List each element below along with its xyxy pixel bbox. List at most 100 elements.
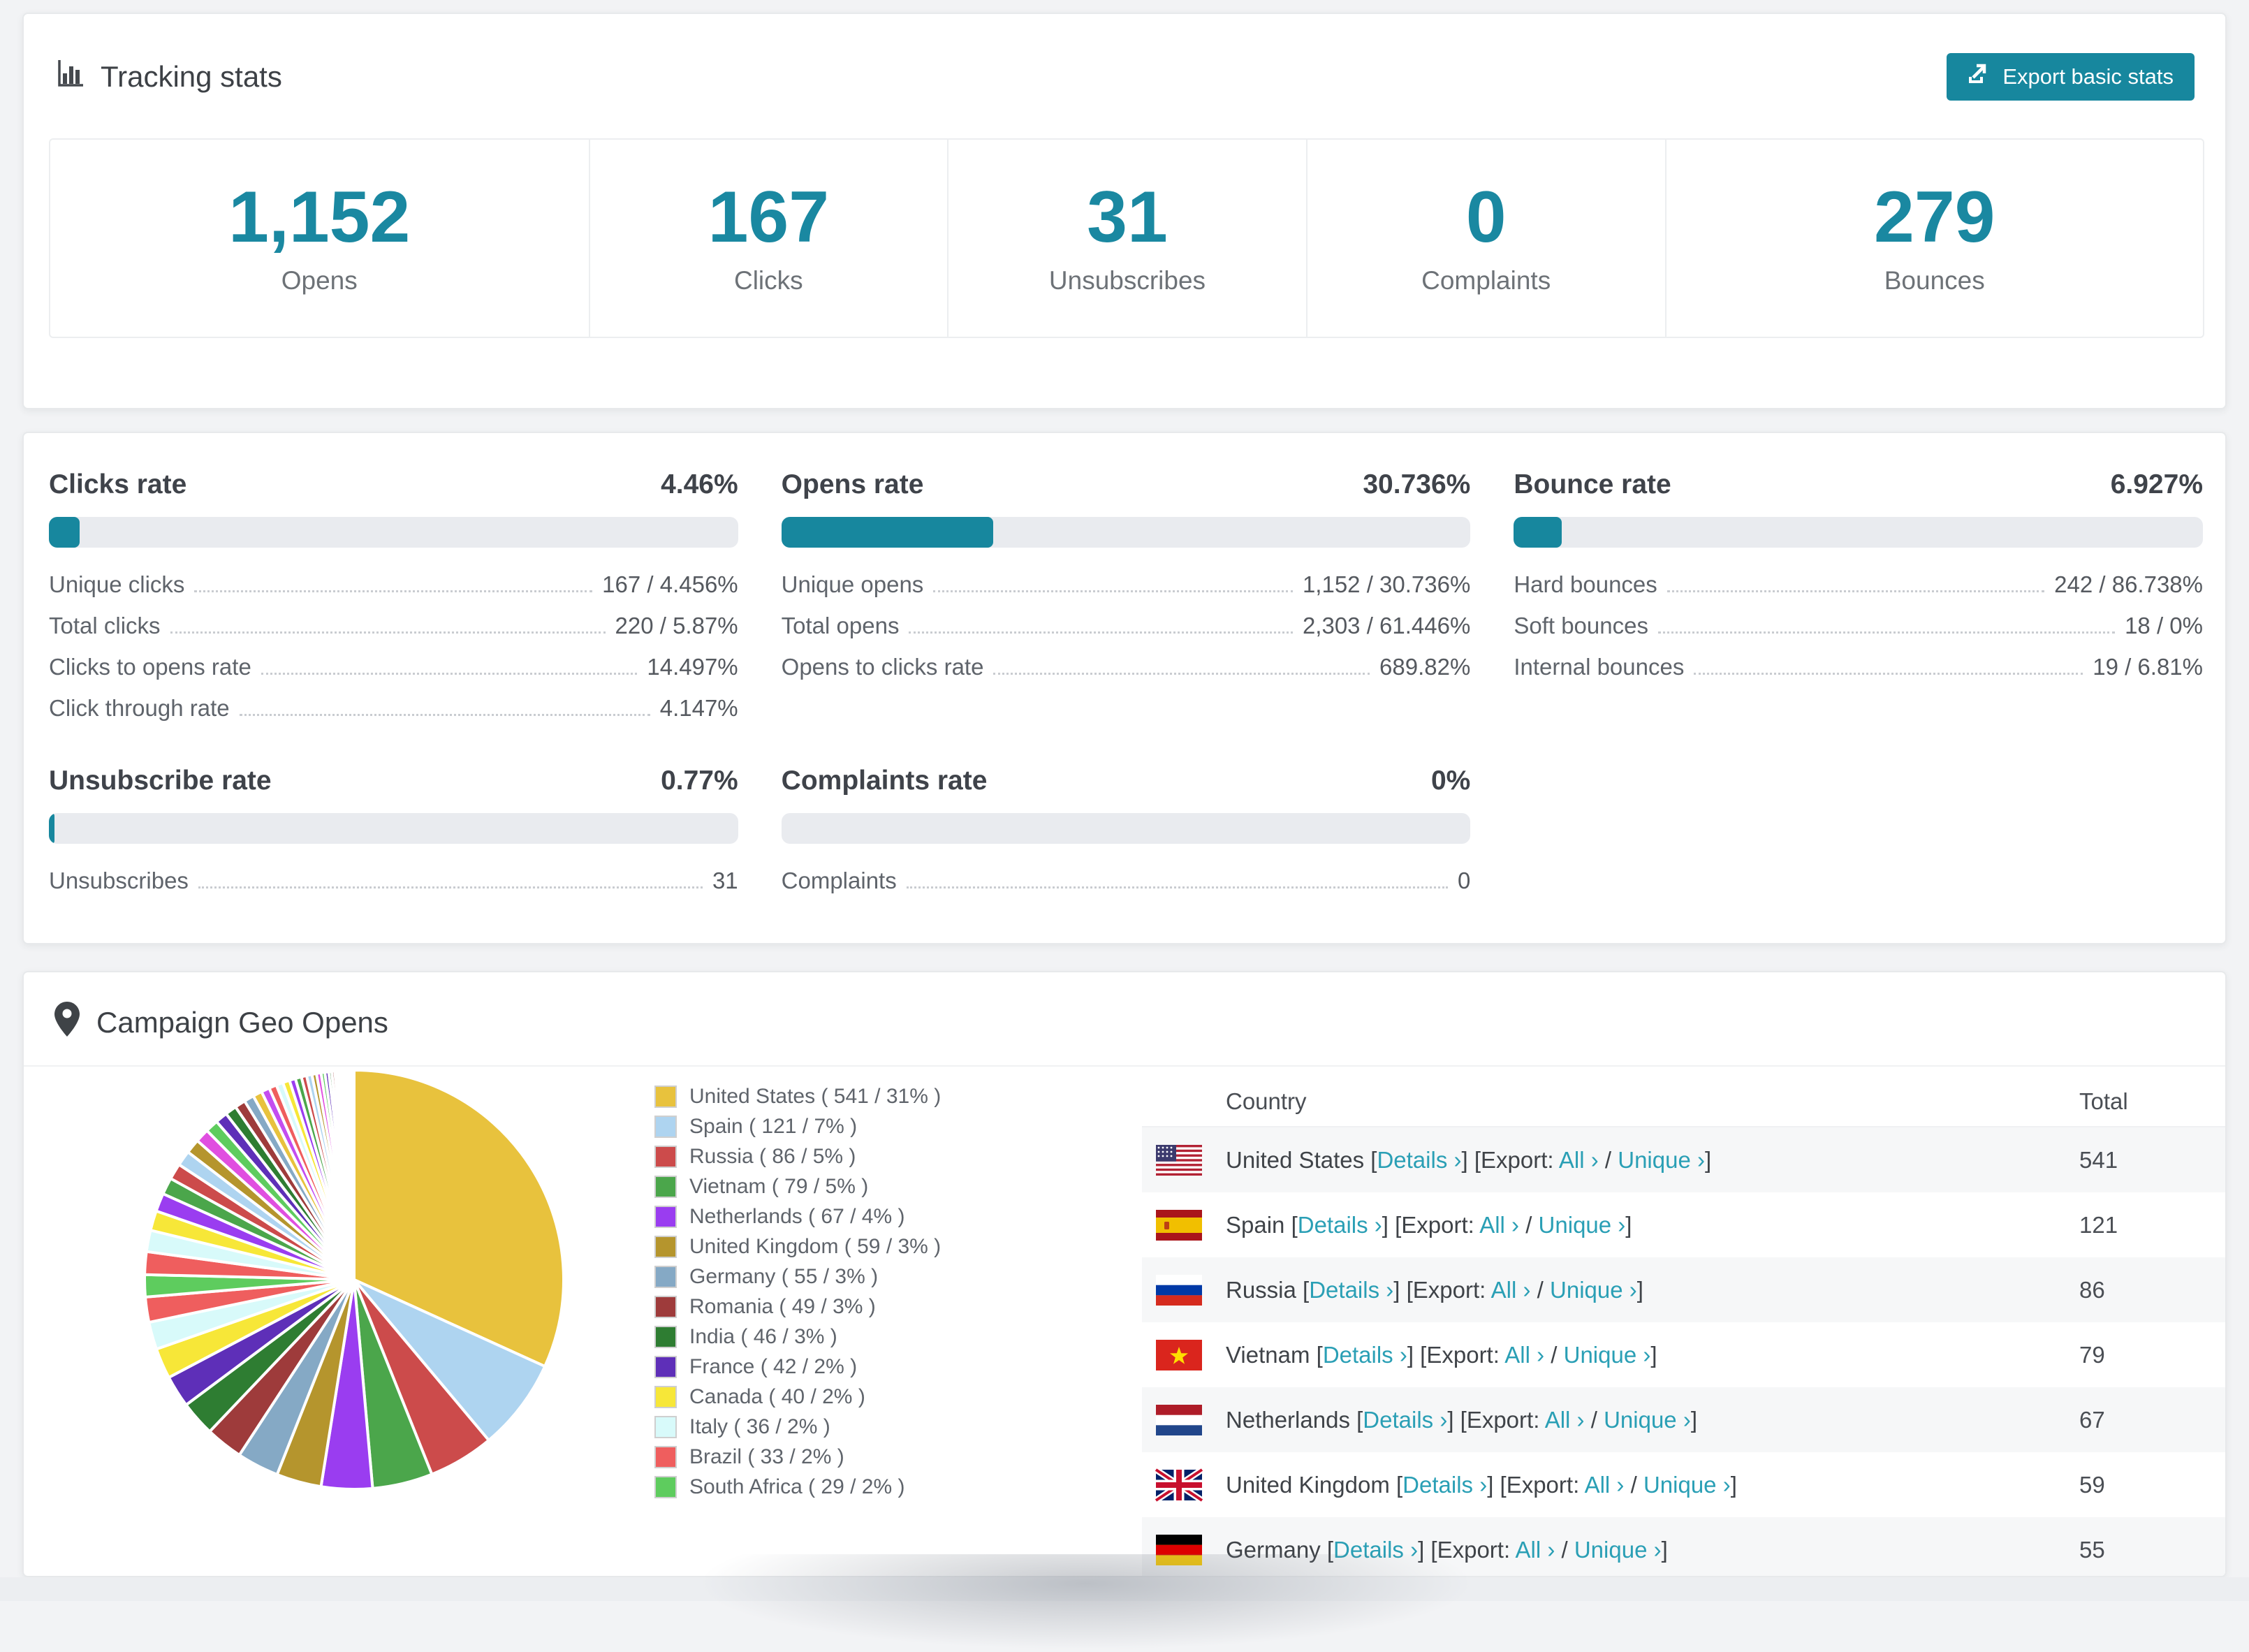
stat-opens-value: 1,152 bbox=[228, 177, 411, 258]
legend-item-germany[interactable]: Germany ( 55 / 3% ) bbox=[654, 1262, 941, 1292]
rate-block-clicks-rate: Clicks rate 4.46% Unique clicks 167 / 4.456… bbox=[49, 469, 738, 736]
legend-item-romania[interactable]: Romania ( 49 / 3% ) bbox=[654, 1292, 941, 1322]
stat-clicks-label: Clicks bbox=[733, 266, 803, 295]
legend-item-netherlands[interactable]: Netherlands ( 67 / 4% ) bbox=[654, 1201, 941, 1231]
export-unique-link[interactable]: Unique › bbox=[1564, 1342, 1651, 1368]
legend-item-vietnam[interactable]: Vietnam ( 79 / 5% ) bbox=[654, 1171, 941, 1201]
ru-flag-icon bbox=[1156, 1274, 1202, 1306]
tracking-stats-header: Tracking stats Export basic stats bbox=[54, 53, 2195, 101]
dotted-leader bbox=[239, 714, 650, 716]
total-cell: 541 bbox=[2079, 1146, 2118, 1173]
legend-item-russia[interactable]: Russia ( 86 / 5% ) bbox=[654, 1141, 941, 1171]
metric-row: Unique clicks 167 / 4.456% bbox=[49, 571, 738, 613]
details-link[interactable]: Details › bbox=[1402, 1472, 1487, 1498]
legend-item-italy[interactable]: Italy ( 36 / 2% ) bbox=[654, 1412, 941, 1442]
stat-complaints: 0 Complaints bbox=[1305, 140, 1665, 337]
country-name: Spain bbox=[1226, 1211, 1291, 1238]
metric-value: 242 / 86.738% bbox=[2054, 571, 2203, 597]
export-all-link[interactable]: All › bbox=[1515, 1537, 1555, 1563]
metric-value: 19 / 6.81% bbox=[2093, 654, 2203, 680]
dotted-leader bbox=[261, 673, 638, 675]
pie-slice-other-57[interactable] bbox=[351, 1068, 356, 1281]
export-unique-link[interactable]: Unique › bbox=[1618, 1147, 1705, 1173]
table-row-nl: Netherlands [Details ›] [Export: All › /… bbox=[1142, 1387, 2225, 1452]
export-all-link[interactable]: All › bbox=[1585, 1472, 1625, 1498]
rate-title: Clicks rate bbox=[49, 469, 187, 499]
metric-label: Total opens bbox=[781, 613, 900, 638]
details-link[interactable]: Details › bbox=[1333, 1537, 1418, 1563]
metric-value: 167 / 4.456% bbox=[602, 571, 738, 597]
total-cell: 59 bbox=[2079, 1471, 2105, 1498]
stat-clicks: 167 Clicks bbox=[588, 140, 948, 337]
rates-card: Clicks rate 4.46% Unique clicks 167 / 4.456… bbox=[22, 432, 2227, 944]
rate-value: 6.927% bbox=[2110, 469, 2203, 499]
legend-swatch bbox=[654, 1355, 677, 1378]
export-all-link[interactable]: All › bbox=[1545, 1407, 1585, 1433]
legend-label: Canada ( 40 / 2% ) bbox=[689, 1384, 865, 1408]
geo-opens-pie-chart[interactable] bbox=[117, 1042, 592, 1517]
details-link[interactable]: Details › bbox=[1377, 1147, 1461, 1173]
legend-swatch bbox=[654, 1235, 677, 1258]
legend-item-france[interactable]: France ( 42 / 2% ) bbox=[654, 1352, 941, 1382]
table-row-ru: Russia [Details ›] [Export: All › / Uniq… bbox=[1142, 1257, 2225, 1322]
legend-item-brazil[interactable]: Brazil ( 33 / 2% ) bbox=[654, 1442, 941, 1472]
export-unique-link[interactable]: Unique › bbox=[1643, 1472, 1731, 1498]
legend-item-spain[interactable]: Spain ( 121 / 7% ) bbox=[654, 1111, 941, 1141]
country-cell: United States [Details ›] [Export: All ›… bbox=[1226, 1146, 1712, 1173]
legend-item-united-states[interactable]: United States ( 541 / 31% ) bbox=[654, 1081, 941, 1111]
rate-rows: Unique clicks 167 / 4.456% Total clicks 220… bbox=[49, 571, 738, 736]
stat-unsubscribes-value: 31 bbox=[1087, 177, 1168, 258]
details-link[interactable]: Details › bbox=[1309, 1277, 1393, 1303]
legend-swatch bbox=[654, 1295, 677, 1318]
export-unique-link[interactable]: Unique › bbox=[1574, 1537, 1662, 1563]
legend-swatch bbox=[654, 1085, 677, 1108]
metric-row: Opens to clicks rate 689.82% bbox=[782, 654, 1471, 695]
campaign-geo-opens-card: Campaign Geo Opens United States ( 541 /… bbox=[22, 971, 2227, 1577]
rate-title: Opens rate bbox=[781, 469, 924, 499]
details-link[interactable]: Details › bbox=[1323, 1342, 1407, 1368]
legend-label: Italy ( 36 / 2% ) bbox=[689, 1415, 830, 1438]
export-unique-link[interactable]: Unique › bbox=[1550, 1277, 1637, 1303]
stat-clicks-value: 167 bbox=[708, 177, 830, 258]
legend-swatch bbox=[654, 1415, 677, 1438]
dotted-leader bbox=[993, 673, 1370, 675]
stat-bounces-value: 279 bbox=[1873, 177, 1995, 258]
legend-item-india[interactable]: India ( 46 / 3% ) bbox=[654, 1322, 941, 1352]
metric-value: 689.82% bbox=[1379, 654, 1471, 680]
metric-row: Unsubscribes 31 bbox=[49, 868, 738, 909]
export-all-link[interactable]: All › bbox=[1504, 1342, 1544, 1368]
metric-label: Complaints bbox=[781, 868, 897, 893]
details-link[interactable]: Details › bbox=[1363, 1407, 1447, 1433]
tracking-stats-card: Tracking stats Export basic stats 1,152 … bbox=[22, 13, 2227, 409]
geo-table-header: Country Total bbox=[1142, 1077, 2225, 1127]
details-link[interactable]: Details › bbox=[1298, 1212, 1382, 1238]
geo-table-body: United States [Details ›] [Export: All ›… bbox=[1142, 1127, 2225, 1576]
dotted-leader bbox=[194, 590, 593, 592]
country-cell: United Kingdom [Details ›] [Export: All … bbox=[1226, 1471, 1737, 1498]
export-icon bbox=[1968, 62, 1991, 92]
export-unique-link[interactable]: Unique › bbox=[1604, 1407, 1691, 1433]
legend-swatch bbox=[654, 1265, 677, 1288]
export-unique-link[interactable]: Unique › bbox=[1539, 1212, 1626, 1238]
stat-complaints-label: Complaints bbox=[1421, 266, 1551, 295]
metric-row: Total clicks 220 / 5.87% bbox=[49, 613, 738, 654]
export-all-link[interactable]: All › bbox=[1559, 1147, 1599, 1173]
country-name: United States bbox=[1226, 1146, 1371, 1173]
legend-label: India ( 46 / 3% ) bbox=[689, 1324, 837, 1348]
metric-row: Clicks to opens rate 14.497% bbox=[49, 654, 738, 695]
table-row-de: Germany [Details ›] [Export: All › / Uni… bbox=[1142, 1517, 2225, 1576]
rate-head: Opens rate 30.736% bbox=[782, 469, 1471, 500]
country-name: United Kingdom bbox=[1226, 1471, 1396, 1498]
metric-row: Total opens 2,303 / 61.446% bbox=[782, 613, 1471, 654]
export-basic-stats-button[interactable]: Export basic stats bbox=[1947, 53, 2195, 101]
metric-row: Hard bounces 242 / 86.738% bbox=[1514, 571, 2203, 613]
legend-item-united-kingdom[interactable]: United Kingdom ( 59 / 3% ) bbox=[654, 1231, 941, 1262]
metric-row: Unique opens 1,152 / 30.736% bbox=[782, 571, 1471, 613]
legend-item-canada[interactable]: Canada ( 40 / 2% ) bbox=[654, 1382, 941, 1412]
export-all-link[interactable]: All › bbox=[1479, 1212, 1519, 1238]
rates-grid: Clicks rate 4.46% Unique clicks 167 / 4.456… bbox=[49, 469, 2203, 909]
export-all-link[interactable]: All › bbox=[1491, 1277, 1531, 1303]
legend-item-south-africa[interactable]: South Africa ( 29 / 2% ) bbox=[654, 1472, 941, 1502]
table-row-es: Spain [Details ›] [Export: All › / Uniqu… bbox=[1142, 1192, 2225, 1257]
metric-label: Total clicks bbox=[49, 613, 161, 638]
